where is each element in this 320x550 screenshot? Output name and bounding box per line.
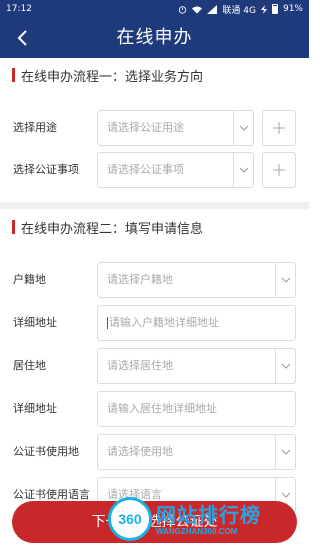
watermark-domain: WANGZHAN360.COM (156, 527, 238, 536)
battery-percent: 91% (282, 4, 303, 14)
wifi-icon (192, 6, 203, 13)
household-address-label: 详细地址 (13, 316, 57, 329)
matter-label: 选择公证事项 (13, 163, 79, 176)
residence-row: 居住地 请选择居住地 (0, 348, 309, 384)
section-2-title: 在线申办流程二：填写申请信息 (21, 221, 204, 237)
section-1-header: 在线申办流程一：选择业务方向 (0, 60, 309, 90)
section-2-header: 在线申办流程二：填写申请信息 (0, 212, 309, 242)
signal-icon (207, 4, 218, 14)
residence-label: 居住地 (13, 359, 46, 372)
plus-icon (273, 122, 285, 134)
watermark: 360 网站排行榜 WANGZHAN360.COM (108, 497, 308, 547)
carrier-label: 联通 4G (222, 5, 256, 16)
household-placeholder: 请选择户籍地 (107, 273, 173, 286)
matter-row: 选择公证事项 请选择公证事项 (0, 152, 309, 188)
page-title: 在线申办 (116, 27, 193, 48)
chevron-down-icon (275, 349, 295, 383)
usage-place-row: 公证书使用地 请选择使用地 (0, 434, 309, 470)
residence-placeholder: 请选择居住地 (107, 359, 173, 372)
residence-address-placeholder: 请输入居住地详细地址 (107, 402, 217, 415)
plus-icon (273, 164, 285, 176)
household-address-row: 详细地址 请输入户籍地详细地址 (0, 305, 309, 341)
household-select[interactable]: 请选择户籍地 (97, 262, 296, 298)
section-1-accent (12, 68, 15, 82)
residence-address-label: 详细地址 (13, 402, 57, 415)
usage-place-placeholder: 请选择使用地 (107, 445, 173, 458)
status-icons: 联通 4G 91% (178, 3, 303, 16)
add-purpose-button[interactable] (262, 110, 296, 146)
purpose-placeholder: 请选择公证用途 (107, 121, 184, 134)
watermark-title: 网站排行榜 (156, 503, 261, 527)
section-1-title: 在线申办流程一：选择业务方向 (21, 69, 204, 85)
section-divider (0, 202, 309, 209)
add-matter-button[interactable] (262, 152, 296, 188)
status-time: 17:12 (6, 4, 32, 14)
residence-address-row: 详细地址 请输入居住地详细地址 (0, 391, 309, 427)
matter-placeholder: 请选择公证事项 (107, 163, 184, 176)
household-label: 户籍地 (13, 273, 46, 286)
alarm-icon (179, 5, 187, 14)
chevron-down-icon (275, 435, 295, 469)
section-2-accent (12, 220, 15, 234)
status-bar: 17:12 联通 4G 91% (0, 0, 309, 18)
matter-select[interactable]: 请选择公证事项 (97, 152, 254, 188)
usage-place-label: 公证书使用地 (13, 445, 79, 458)
usage-place-select[interactable]: 请选择使用地 (97, 434, 296, 470)
household-address-input[interactable]: 请输入户籍地详细地址 (97, 305, 296, 341)
charging-icon (260, 4, 267, 14)
chevron-down-icon (233, 111, 253, 145)
purpose-row: 选择用途 请选择公证用途 (0, 110, 309, 146)
household-row: 户籍地 请选择户籍地 (0, 262, 309, 298)
purpose-select[interactable]: 请选择公证用途 (97, 110, 254, 146)
chevron-down-icon (275, 263, 295, 297)
household-address-placeholder: 请输入户籍地详细地址 (109, 316, 219, 329)
purpose-label: 选择用途 (13, 121, 57, 134)
residence-address-input[interactable]: 请输入居住地详细地址 (97, 391, 296, 427)
text-cursor (107, 317, 108, 329)
battery-icon (271, 4, 278, 14)
residence-select[interactable]: 请选择居住地 (97, 348, 296, 384)
nav-bar: 在线申办 (0, 18, 309, 58)
chevron-down-icon (233, 153, 253, 187)
watermark-logo: 360 (108, 497, 152, 541)
